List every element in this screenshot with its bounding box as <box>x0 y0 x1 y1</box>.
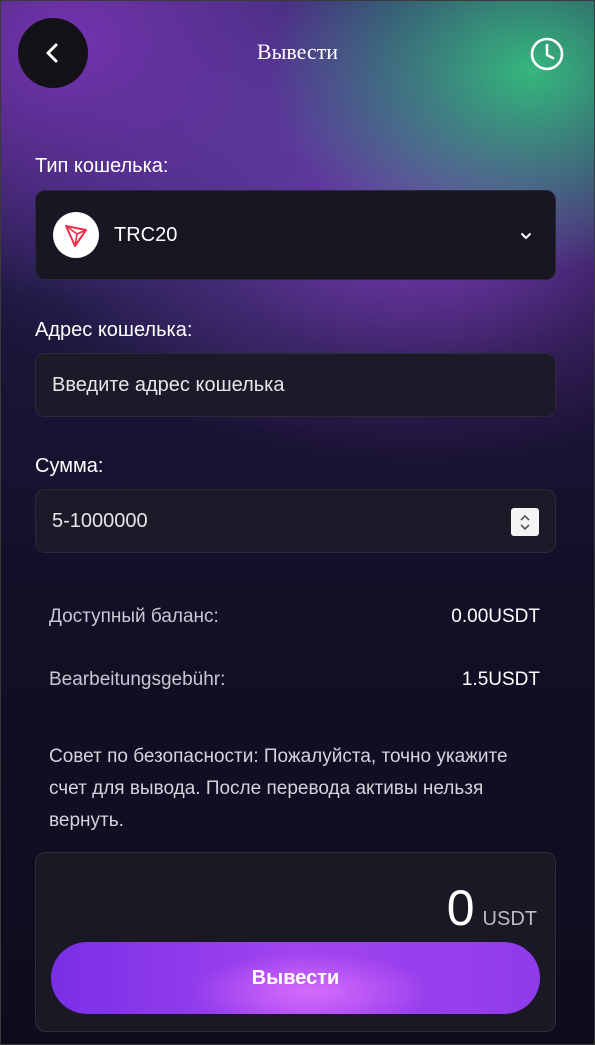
fee-label: Bearbeitungsgebühr: <box>49 669 226 690</box>
total-currency: USDT <box>482 908 537 930</box>
balance-label: Доступный баланс: <box>49 606 219 627</box>
tron-logo-icon <box>53 212 99 258</box>
fee-row: Bearbeitungsgebühr: 1.5USDT <box>49 669 540 691</box>
balance-value: 0.00USDT <box>451 606 540 627</box>
clock-icon <box>530 37 564 71</box>
wallet-type-label: Тип кошелька: <box>35 155 169 177</box>
page-title: Вывести <box>256 39 339 64</box>
wallet-address-field <box>35 353 556 417</box>
total-amount: 0 <box>446 880 475 936</box>
fee-value: 1.5USDT <box>461 669 540 690</box>
history-button[interactable] <box>529 36 565 72</box>
wallet-address-input[interactable] <box>36 354 555 416</box>
withdraw-page: Вывести Тип кошелька: TRC20 Адрес кошель… <box>0 0 595 1045</box>
amount-input[interactable] <box>36 490 555 552</box>
wallet-type-select[interactable]: TRC20 <box>35 190 556 280</box>
security-tip: Совет по безопасности: Пожалуйста, точно… <box>49 746 508 831</box>
amount-stepper[interactable] <box>511 508 539 536</box>
stepper-down-icon <box>520 523 530 530</box>
balance-row: Доступный баланс: 0.00USDT <box>49 606 540 628</box>
amount-field <box>35 489 556 553</box>
withdraw-button[interactable]: Вывести <box>51 942 540 1014</box>
total-amount-display: 0 USDT <box>447 879 537 937</box>
chevron-down-icon <box>521 233 531 239</box>
wallet-type-value: TRC20 <box>114 223 178 246</box>
stepper-up-icon <box>520 514 530 521</box>
amount-label: Сумма: <box>35 455 104 477</box>
summary-card: 0 USDT Вывести <box>35 852 556 1032</box>
wallet-address-label: Адрес кошелька: <box>35 319 193 341</box>
